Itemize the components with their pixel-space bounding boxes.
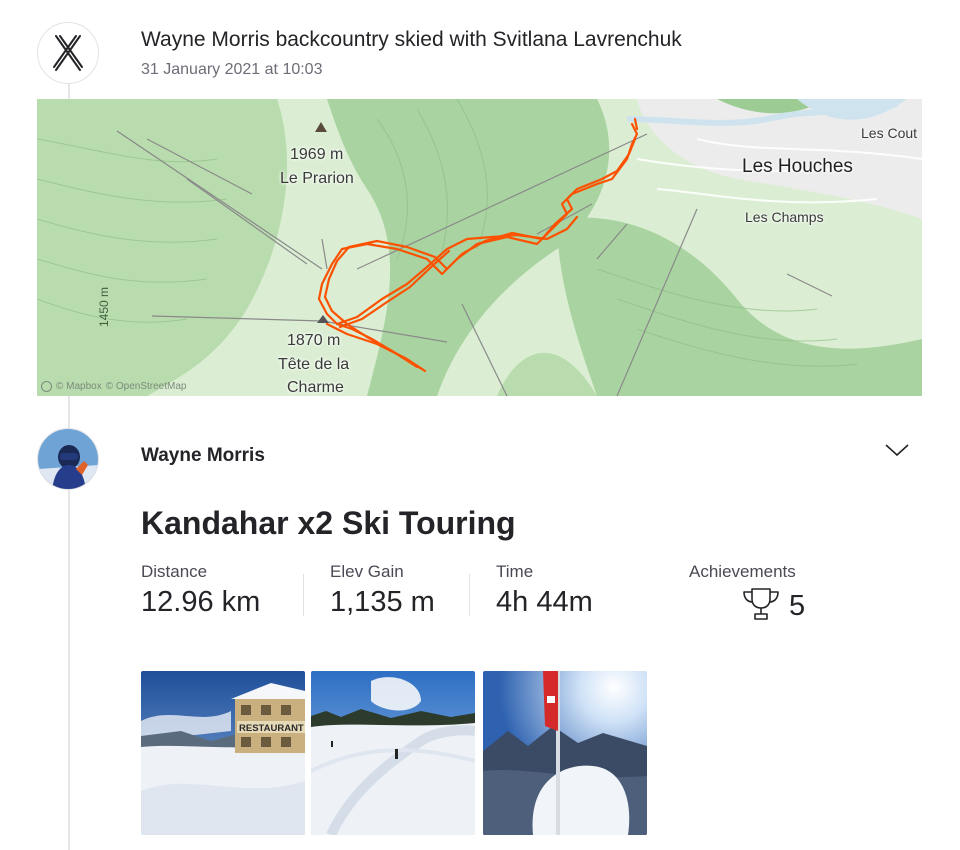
map-label-peak2-name-line1: Tête de la bbox=[278, 356, 350, 373]
map-canvas bbox=[37, 99, 922, 396]
map-label-peak1-name: Le Prarion bbox=[280, 170, 354, 187]
map-label-peak1-elev: 1969 m bbox=[290, 146, 344, 163]
stat-achievements-value: 5 bbox=[789, 590, 806, 622]
stat-time-value: 4h 44m bbox=[496, 586, 593, 618]
stat-elev-gain-label: Elev Gain bbox=[330, 562, 404, 581]
restaurant-sign-text: RESTAURANT bbox=[239, 723, 304, 734]
avatar[interactable] bbox=[37, 428, 99, 490]
activity-date: 31 January 2021 at 10:03 bbox=[141, 61, 323, 78]
mapbox-logo-icon bbox=[41, 381, 52, 392]
stat-achievements[interactable]: Achievements 5 bbox=[689, 562, 805, 627]
stat-distance-value: 12.96 km bbox=[141, 586, 261, 618]
stat-distance-label: Distance bbox=[141, 562, 208, 581]
photo-restaurant[interactable]: RESTAURANT bbox=[141, 671, 305, 835]
stat-elev-gain: Elev Gain 1,135 m bbox=[330, 562, 435, 619]
route-map[interactable]: 1969 m Le Prarion 1870 m Tête de la Char… bbox=[37, 99, 922, 396]
stat-time-label: Time bbox=[496, 562, 534, 581]
trophy-icon bbox=[741, 586, 781, 627]
stat-distance: Distance 12.96 km bbox=[141, 562, 260, 619]
stat-time: Time 4h 44m bbox=[496, 562, 593, 619]
osm-attribution[interactable]: © OpenStreetMap bbox=[106, 381, 187, 392]
mapbox-attribution[interactable]: © Mapbox bbox=[56, 381, 102, 392]
map-label-peak2-elev: 1870 m bbox=[287, 332, 341, 349]
map-label-peak2-name-line2: Charme bbox=[287, 379, 344, 396]
map-label-town1: Les Houches bbox=[742, 156, 853, 177]
stat-elev-gain-value: 1,135 m bbox=[330, 586, 435, 618]
map-label-town3: Les Cout bbox=[861, 125, 918, 141]
activity-header-title[interactable]: Wayne Morris backcountry skied with Svit… bbox=[141, 28, 682, 52]
map-attribution[interactable]: © Mapbox © OpenStreetMap bbox=[41, 381, 186, 392]
map-label-town2: Les Champs bbox=[745, 209, 824, 225]
stat-divider bbox=[469, 574, 470, 616]
map-label-contour-elev: 1450 m bbox=[97, 286, 111, 327]
activity-title[interactable]: Kandahar x2 Ski Touring bbox=[141, 505, 516, 542]
stat-achievements-label: Achievements bbox=[689, 562, 796, 581]
chevron-down-icon[interactable] bbox=[884, 440, 910, 460]
stat-divider bbox=[303, 574, 304, 616]
photo-flag-view[interactable] bbox=[483, 671, 647, 835]
photo-ski-trail[interactable] bbox=[311, 671, 475, 835]
crossed-skis-icon bbox=[37, 22, 99, 84]
athlete-name[interactable]: Wayne Morris bbox=[141, 445, 265, 467]
